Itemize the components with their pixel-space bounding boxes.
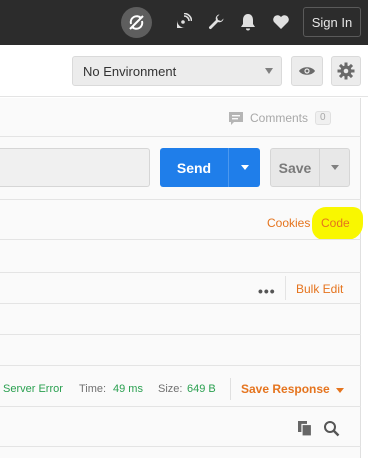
environment-bar: No Environment [0,45,368,97]
response-size-label: Size: [158,383,183,395]
send-button[interactable]: Send [160,148,260,187]
divider [0,334,361,335]
chevron-down-icon [240,165,249,170]
request-pane: Comments 0 Send Save Cookies Code ••• Bu… [0,98,363,458]
response-time-label: Time: [79,383,107,395]
divider [0,406,361,407]
divider [0,199,361,200]
response-status: Server Error [3,383,63,395]
chevron-down-icon [265,68,273,74]
eye-icon [299,67,315,75]
divider [0,365,361,366]
divider [285,276,286,300]
send-options-button[interactable] [229,148,260,187]
manage-environments-button[interactable] [331,56,361,86]
divider [0,303,361,304]
save-options-button[interactable] [320,149,350,186]
divider [230,378,231,400]
wrench-icon[interactable] [205,11,227,33]
search-icon[interactable] [323,420,340,440]
response-size-value: 649 B [187,383,216,395]
request-url-input[interactable] [0,148,150,187]
copy-icon[interactable] [297,420,313,440]
divider [0,446,361,447]
save-button-label: Save [278,159,312,176]
code-link[interactable]: Code [321,216,350,230]
bell-icon[interactable] [237,11,259,33]
comments-count-badge: 0 [315,111,331,125]
environment-quick-look-button[interactable] [291,56,323,86]
bulk-edit-link[interactable]: Bulk Edit [296,282,343,296]
divider [0,272,361,273]
environment-select[interactable]: No Environment [72,56,282,86]
cookies-link[interactable]: Cookies [267,216,310,230]
more-options-icon[interactable]: ••• [258,283,276,299]
heart-icon[interactable] [270,11,292,33]
gear-icon [337,62,355,80]
response-meta-bar: Server Error Time: 49 ms Size: 649 B Sav… [0,373,361,405]
top-header: Sign In [0,0,368,45]
environment-select-value: No Environment [83,63,177,79]
chevron-down-icon [331,165,339,170]
divider [0,239,361,240]
sync-off-icon [129,15,144,30]
send-button-label: Send [176,159,212,176]
sign-in-button[interactable]: Sign In [303,7,361,37]
save-button[interactable]: Save [270,148,350,187]
response-time-value: 49 ms [113,383,143,395]
sync-button[interactable] [121,7,152,38]
comments-label: Comments [250,111,309,125]
save-response-button[interactable]: Save Response [241,382,330,396]
comments-toggle[interactable]: Comments 0 [228,110,331,126]
comment-icon [228,111,244,126]
satellite-icon[interactable] [172,11,194,33]
app-window: Sign In No Environment Comments 0 Send S… [0,0,368,458]
chevron-down-icon[interactable] [336,388,344,393]
divider [0,136,361,137]
